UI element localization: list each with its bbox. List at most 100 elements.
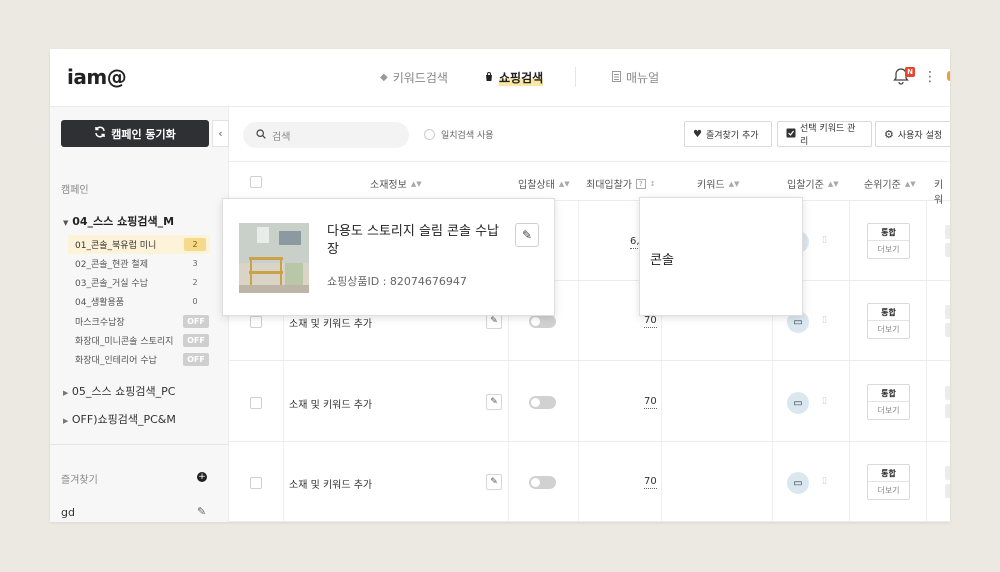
pencil-icon[interactable]: ✎ [486, 394, 502, 410]
keyword-text: 콘솔 [650, 253, 674, 268]
more-button[interactable]: 더보기 [868, 321, 909, 338]
nav-label: 키워드검색 [392, 71, 448, 85]
divider [50, 444, 229, 445]
cell-stub [945, 484, 950, 498]
pc-icon[interactable]: ▭ [787, 392, 809, 414]
rank-option[interactable]: 통합 [868, 385, 909, 402]
group-label: OFF)쇼핑검색_PC&M [71, 413, 176, 426]
favorite-item[interactable]: gd [61, 506, 75, 519]
heart-icon: ♥ [693, 128, 702, 140]
col-rank-basis[interactable]: 순위기준 ▲▼ [864, 176, 916, 192]
rank-selector[interactable]: 통합 더보기 [867, 303, 910, 339]
sidebar-item-label: 화장대_미니콘솔 스토리지 [75, 337, 174, 347]
add-material-link[interactable]: 소재 및 키워드 추가 [289, 476, 372, 491]
pencil-icon[interactable]: ✎ [515, 223, 539, 247]
cell-stub [945, 305, 950, 319]
sidebar-item-adgroup[interactable]: 마스크수납장 OFF [68, 312, 210, 331]
row-checkbox[interactable] [250, 477, 262, 489]
exact-match-checkbox[interactable] [424, 129, 435, 140]
col-label: 순위기준 [864, 180, 901, 191]
add-material-link[interactable]: 소재 및 키워드 추가 [289, 315, 372, 330]
add-favorite-button[interactable]: ♥ 즐겨찾기 추가 [684, 121, 772, 147]
more-button[interactable]: 더보기 [868, 482, 909, 499]
sidebar-item-label: 화장대_인테리어 수납 [75, 356, 157, 366]
bid-status-toggle[interactable] [529, 315, 556, 328]
col-max-bid[interactable]: 최대입찰가? ↕ [586, 176, 656, 191]
more-menu-icon[interactable]: ⋮ [923, 69, 937, 85]
off-badge: OFF [183, 334, 209, 347]
product-image [239, 223, 309, 293]
campaign-group-04[interactable]: ▼ 04_스스 쇼핑검색_M [63, 213, 174, 229]
mobile-icon[interactable]: ▯ [822, 476, 827, 486]
nav-shopping-search[interactable]: 쇼핑검색 [484, 69, 544, 86]
rank-selector[interactable]: 통합 더보기 [867, 384, 910, 420]
bid-status-toggle[interactable] [529, 396, 556, 409]
caret-right-icon: ▶ [63, 417, 69, 425]
pencil-icon[interactable]: ✎ [486, 474, 502, 490]
document-icon [612, 70, 621, 85]
mobile-icon[interactable]: ▯ [822, 396, 827, 406]
select-all-checkbox[interactable] [250, 176, 262, 188]
sidebar-item-label: 03_콘솔_거실 수납 [75, 279, 148, 289]
col-bid-basis[interactable]: 입찰기준 ▲▼ [787, 176, 839, 192]
campaign-sync-button[interactable]: 캠페인 동기화 [61, 120, 209, 147]
keyword-popup: 콘솔 [639, 197, 803, 316]
sidebar-item-adgroup[interactable]: 화장대_인테리어 수납 OFF [68, 350, 210, 369]
nav-keyword-search[interactable]: ◆ 키워드검색 [380, 69, 448, 86]
sidebar: 캠페인 동기화 ‹ 캠페인 ▼ 04_스스 쇼핑검색_M 01_콘솔_북유럽 미… [50, 107, 229, 522]
group-label: 05_스스 쇼핑검색_PC [71, 385, 176, 398]
button-label: 선택 키워드 관리 [800, 124, 856, 147]
gear-icon: ⚙ [884, 127, 894, 141]
add-material-link[interactable]: 소재 및 키워드 추가 [289, 396, 372, 411]
cell-stub [945, 243, 950, 257]
search-input[interactable]: 검색 [272, 128, 290, 143]
row-checkbox[interactable] [250, 397, 262, 409]
max-bid-value[interactable]: 70 [644, 476, 657, 489]
logo[interactable]: iam@ [67, 65, 127, 89]
search-box[interactable]: 검색 [243, 122, 409, 148]
exact-match-option[interactable]: 일치검색 사용 [424, 128, 494, 141]
mobile-icon[interactable]: ▯ [822, 235, 827, 245]
table-row[interactable]: 소재 및 키워드 추가 ✎ 70 ▭ ▯ 통합 더보기 [229, 442, 950, 522]
campaign-group-05[interactable]: ▶ 05_스스 쇼핑검색_PC [63, 383, 175, 399]
max-bid-value[interactable]: 70 [644, 315, 657, 328]
campaign-group-off[interactable]: ▶ OFF)쇼핑검색_PC&M [63, 411, 176, 427]
mobile-icon[interactable]: ▯ [822, 315, 827, 325]
sidebar-item-adgroup[interactable]: 04_생활용품 0 [68, 292, 210, 311]
sidebar-item-adgroup[interactable]: 03_콘솔_거실 수납 2 [68, 273, 210, 292]
cell-stub [945, 323, 950, 337]
table-header: 소재정보 ▲▼ 입찰상태 ▲▼ 최대입찰가? ↕ 키워드 ▲▼ 입찰기준 ▲▼ 순위기준 ▲… [229, 161, 950, 206]
pc-icon[interactable]: ▭ [787, 472, 809, 494]
max-bid-value[interactable]: 70 [644, 396, 657, 409]
col-bid-status[interactable]: 입찰상태 ▲▼ [518, 176, 570, 192]
row-checkbox[interactable] [250, 316, 262, 328]
table-row[interactable]: 소재 및 키워드 추가 ✎ 70 ▭ ▯ 통합 더보기 [229, 362, 950, 442]
nav-manual[interactable]: 매뉴얼 [612, 69, 659, 86]
col-keyword[interactable]: 키워드 ▲▼ [697, 176, 739, 192]
rank-option[interactable]: 통합 [868, 304, 909, 321]
bid-status-toggle[interactable] [529, 476, 556, 489]
avatar[interactable] [947, 71, 950, 81]
tag-icon: ◆ [380, 72, 388, 83]
col-label: 최대입찰가 [586, 180, 632, 191]
pencil-icon[interactable]: ✎ [197, 505, 206, 518]
col-info[interactable]: 소재정보 ▲▼ [370, 176, 422, 192]
sidebar-item-adgroup[interactable]: 화장대_미니콘솔 스토리지 OFF [68, 331, 210, 350]
add-favorite-icon[interactable]: + [197, 472, 207, 482]
help-icon: ? [636, 178, 646, 189]
sidebar-item-adgroup[interactable]: 01_콘솔_북유럽 미니 2 [68, 235, 210, 254]
rank-selector[interactable]: 통합 더보기 [867, 223, 910, 259]
sidebar-collapse-button[interactable]: ‹ [212, 120, 229, 147]
more-button[interactable]: 더보기 [868, 241, 909, 258]
notification-badge: N [905, 67, 915, 77]
sidebar-item-adgroup[interactable]: 02_콘솔_현관 철제 3 [68, 254, 210, 273]
user-settings-button[interactable]: ⚙ 사용자 설정 [875, 121, 950, 147]
cell-stub [945, 466, 950, 480]
rank-option[interactable]: 통합 [868, 465, 909, 482]
rank-option[interactable]: 통합 [868, 224, 909, 241]
more-button[interactable]: 더보기 [868, 402, 909, 419]
manage-keyword-button[interactable]: 선택 키워드 관리 [777, 121, 872, 147]
col-label: 입찰상태 [518, 180, 555, 191]
rank-selector[interactable]: 통합 더보기 [867, 464, 910, 500]
sidebar-item-label: 04_생활용품 [75, 298, 125, 308]
